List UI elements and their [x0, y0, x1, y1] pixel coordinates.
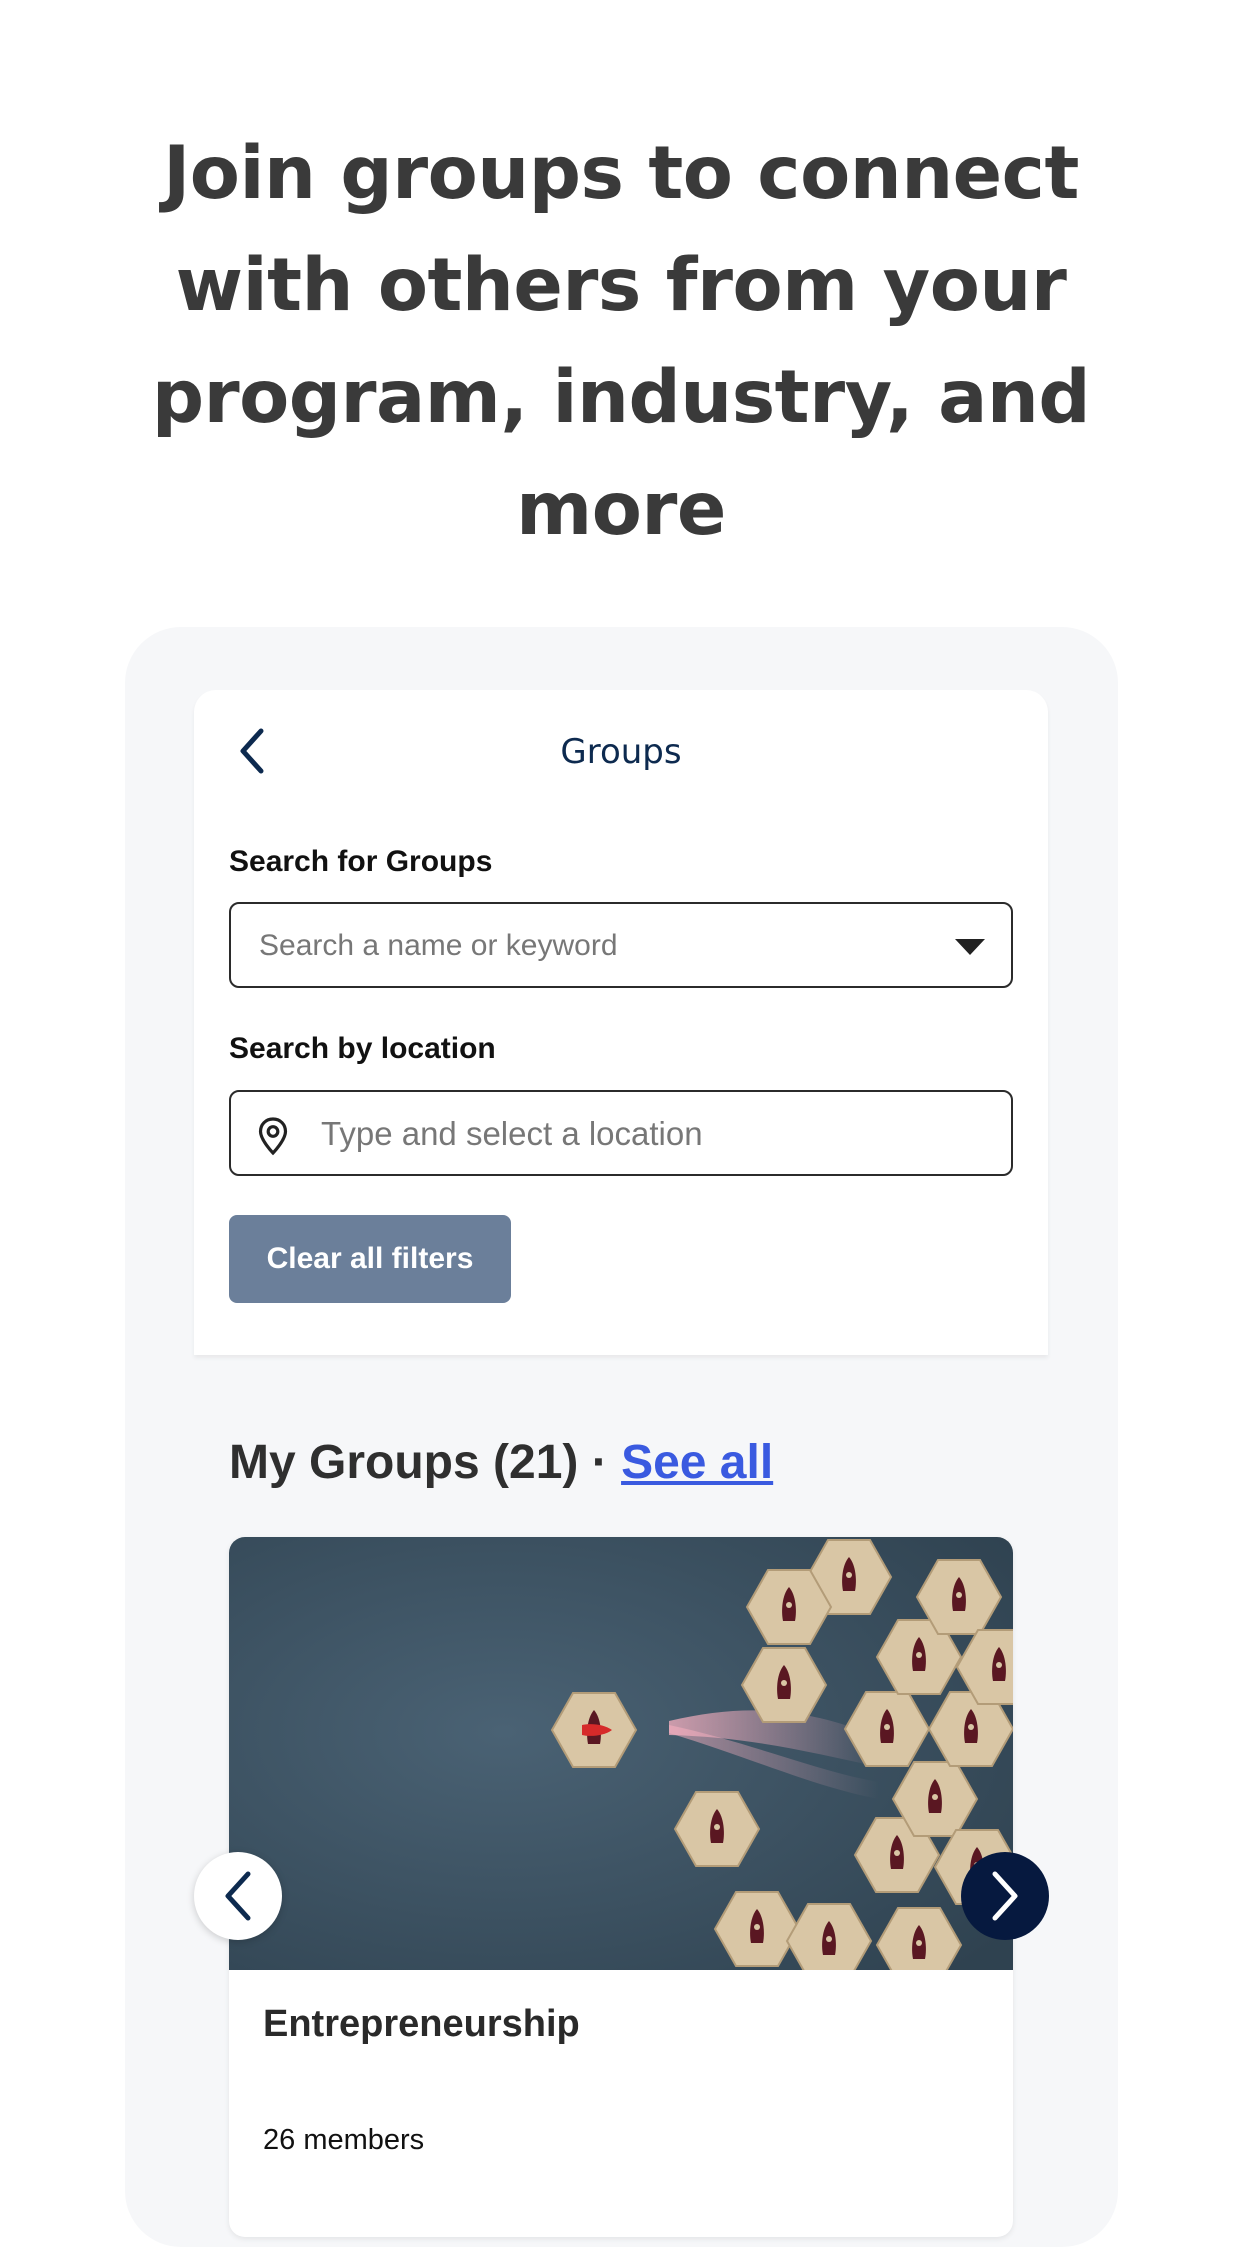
headline-line-4: more [516, 467, 726, 552]
carousel-next-button[interactable] [961, 1852, 1049, 1940]
see-all-link[interactable]: See all [621, 1436, 773, 1489]
group-cover-image [229, 1537, 1013, 1970]
headline-line-2: with others from your [175, 243, 1067, 328]
heading-separator: · [591, 1436, 608, 1489]
chevron-right-icon [992, 1871, 1018, 1921]
headline-line-3: program, industry, and [151, 355, 1091, 440]
search-groups-label: Search for Groups [229, 845, 493, 878]
location-field[interactable] [229, 1090, 1013, 1176]
group-search-input[interactable] [257, 904, 951, 988]
search-location-label: Search by location [229, 1032, 496, 1065]
clear-filters-button[interactable]: Clear all filters [229, 1215, 511, 1303]
chevron-left-icon [225, 1871, 251, 1921]
caret-down-icon [955, 939, 985, 955]
group-name: Entrepreneurship [263, 2003, 580, 2045]
group-members-count: 26 members [263, 2124, 425, 2156]
screen-title: Groups [560, 732, 682, 772]
group-search-dropdown[interactable] [229, 902, 1013, 988]
carousel-prev-button[interactable] [194, 1852, 282, 1940]
headline-line-1: Join groups to connect [163, 131, 1079, 216]
location-pin-icon [258, 1117, 288, 1156]
my-groups-title: My Groups (21) [229, 1436, 579, 1489]
promo-headline: Join groups to connect with others from … [100, 118, 1142, 566]
location-input[interactable] [319, 1092, 993, 1176]
my-groups-heading: My Groups (21) · See all [229, 1432, 773, 1494]
